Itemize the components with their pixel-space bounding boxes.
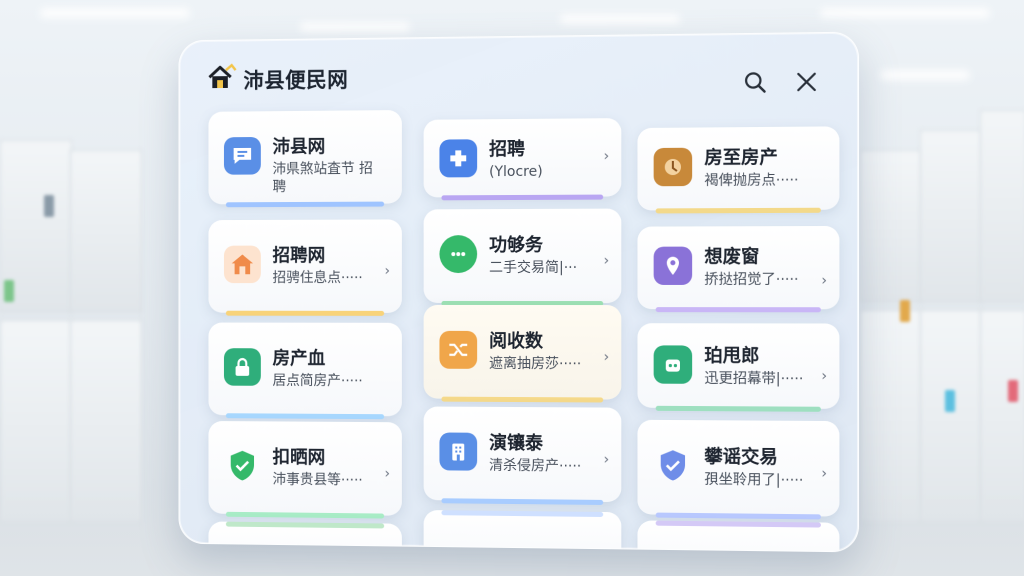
robot-icon — [653, 345, 693, 384]
card-title: 沛县网 — [272, 136, 326, 158]
message-icon — [439, 235, 478, 274]
card-title: 攀谣交易 — [704, 446, 778, 469]
service-card[interactable]: 想废窗 挢挞招觉了····· › — [637, 225, 840, 313]
card-title: 珀甩郎 — [704, 345, 760, 367]
card-subtitle: (Ylocre) — [489, 163, 543, 181]
chevron-right-icon: › — [603, 451, 610, 468]
chevron-right-icon: › — [603, 252, 610, 269]
card-subtitle: 遮离抽房莎····· — [489, 355, 582, 373]
chevron-right-icon: › — [821, 368, 828, 385]
card-title: 房至房产 — [704, 147, 778, 169]
shield-check-icon — [654, 446, 693, 485]
card-title: 演镶泰 — [489, 432, 543, 455]
card-subtitle: 挢挞招觉了····· — [704, 271, 799, 288]
close-icon — [795, 71, 818, 94]
service-card[interactable]: 沛县网 沛県煞站査节 招聘 — [208, 110, 402, 208]
service-card[interactable]: 房产血 居点简房产····· — [208, 322, 402, 420]
card-title: 房产血 — [272, 348, 326, 370]
service-card[interactable]: 演镶泰 清杀侵房产····· › — [423, 406, 622, 505]
brown-badge-icon — [653, 147, 693, 187]
building-icon — [439, 432, 478, 471]
card-subtitle: 招骋住息点····· — [272, 270, 363, 287]
search-icon — [743, 70, 768, 95]
card-subtitle: 迅更招幕带|····· — [704, 370, 804, 388]
close-button[interactable] — [790, 66, 823, 99]
chevron-right-icon: › — [384, 263, 391, 280]
card-title: 功够务 — [489, 234, 543, 257]
service-card[interactable]: 招聘 (Ylocre) › — [423, 118, 622, 201]
card-subtitle: 孭坐聆用了|····· — [704, 471, 804, 489]
card-title: 阅收数 — [489, 330, 543, 353]
card-subtitle: 沛事贵县等····· — [272, 471, 363, 489]
service-card[interactable]: 招聘网 招骋住息点····· › — [208, 219, 402, 316]
service-card[interactable]: 扣晒网 沛事贵县等····· › — [208, 421, 402, 519]
chevron-right-icon: › — [603, 148, 610, 165]
service-card[interactable]: 房至房产 褐俾抛房点····· — [637, 126, 840, 214]
location-pin-icon — [653, 246, 693, 285]
service-card[interactable]: 珀甩郎 迅更招幕带|····· › — [637, 323, 840, 412]
shield-check-icon — [224, 447, 261, 485]
card-title: 招聘网 — [272, 245, 326, 267]
card-title: 扣晒网 — [272, 447, 326, 469]
search-button[interactable] — [739, 66, 772, 99]
service-card[interactable]: 攀谣交易 孭坐聆用了|····· › — [637, 419, 840, 520]
service-card[interactable]: 功够务 二手交易简|··· › — [423, 208, 622, 307]
chevron-right-icon: › — [821, 465, 828, 482]
service-card-partial[interactable] — [637, 520, 840, 553]
card-subtitle: 沛県煞站査节 招聘 — [272, 160, 373, 196]
chevron-right-icon: › — [603, 349, 610, 366]
card-subtitle: 褐俾抛房点····· — [704, 172, 799, 190]
service-card[interactable]: 阅收数 遮离抽房莎····· › — [423, 304, 622, 403]
card-title: 招聘 — [489, 138, 525, 161]
card-title: 想废窗 — [704, 246, 760, 268]
chat-bubble-icon — [223, 136, 261, 175]
lock-icon — [223, 348, 261, 386]
service-card-partial[interactable] — [423, 510, 622, 553]
plus-icon — [439, 139, 478, 178]
panel-header: 沛县便民网 — [207, 55, 830, 102]
chevron-right-icon: › — [384, 465, 391, 482]
chevron-right-icon: › — [821, 272, 828, 289]
house-logo-icon — [207, 62, 238, 89]
house-icon — [223, 245, 261, 284]
shuffle-icon — [439, 330, 478, 369]
card-subtitle: 清杀侵房产····· — [489, 457, 582, 475]
app-title: 沛县便民网 — [243, 67, 349, 93]
card-subtitle: 二手交易简|··· — [489, 259, 578, 277]
card-subtitle: 居点简房产····· — [272, 373, 363, 390]
main-panel: 沛县便民网 沛县网 沛県煞站査节 招聘 招聘 (Ylocre) › 房至房产 褐… — [178, 31, 860, 553]
